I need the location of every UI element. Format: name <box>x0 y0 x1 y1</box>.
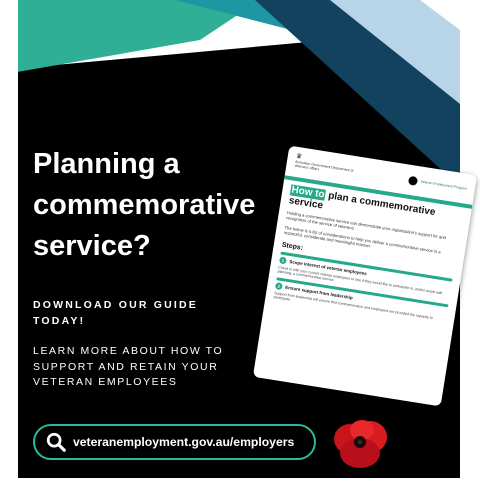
url-text: veteranemployment.gov.au/employers <box>73 435 295 449</box>
download-guide-cta: DOWNLOAD OUR GUIDE TODAY! <box>33 299 199 327</box>
step-number-2: 2 <box>274 281 283 290</box>
search-icon <box>46 432 66 452</box>
guide-document: ♛ Australian Government Department of Ve… <box>252 145 478 407</box>
government-label: ♛ Australian Government Department of Ve… <box>294 153 354 173</box>
promo-banner: Planning a commemorative service? DOWNLO… <box>0 0 480 494</box>
url-pill[interactable]: veteranemployment.gov.au/employers <box>33 424 316 460</box>
learn-more-text: LEARN MORE ABOUT HOW TO SUPPORT AND RETA… <box>33 345 224 388</box>
program-logo: Veteran Employment Program <box>408 175 468 193</box>
step-number-1: 1 <box>278 256 287 265</box>
program-logo-icon <box>408 175 419 186</box>
poppy-icon <box>334 420 387 468</box>
headline: Planning a commemorative service? <box>33 148 256 262</box>
